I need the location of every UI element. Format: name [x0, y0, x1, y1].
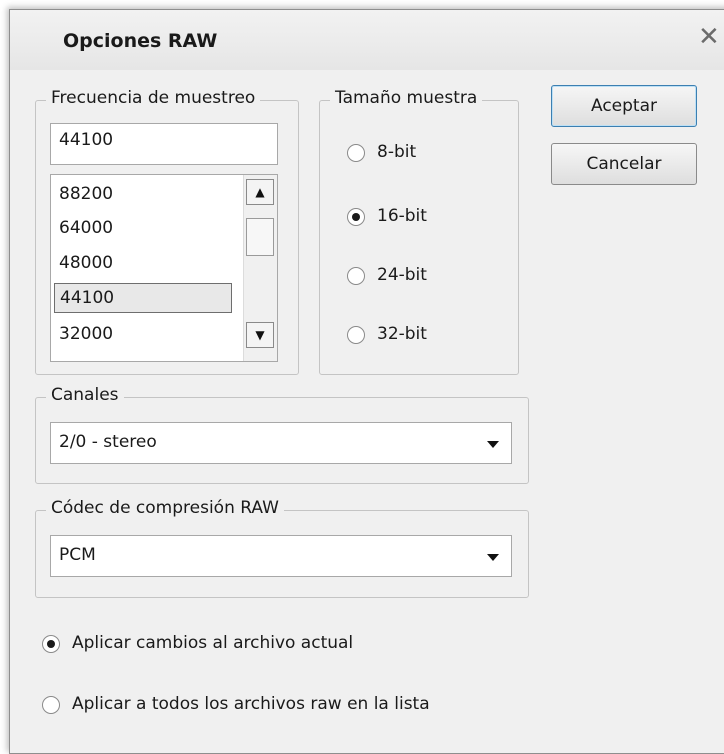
sample-rate-input[interactable]: 44100 [50, 123, 278, 165]
radio-label: 8-bit [377, 142, 417, 162]
title-bar: Opciones RAW ✕ [10, 10, 724, 70]
ok-button[interactable]: Aceptar [551, 85, 697, 127]
list-item[interactable]: 32000 [54, 320, 232, 350]
codec-legend: Códec de compresión RAW [46, 498, 284, 518]
codec-group: Códec de compresión RAW PCM [35, 498, 529, 598]
channels-group: Canales 2/0 - stereo [35, 385, 529, 484]
channels-legend: Canales [46, 385, 124, 405]
radio-button[interactable] [347, 267, 365, 285]
radio-label: 32-bit [377, 324, 427, 344]
list-item[interactable]: 64000 [54, 214, 232, 244]
sample-rate-legend: Frecuencia de muestreo [46, 88, 261, 108]
radio-label: 16-bit [377, 206, 427, 226]
channels-value: 2/0 - stereo [59, 432, 157, 452]
list-item[interactable]: 88200 [54, 180, 232, 210]
list-item[interactable]: 48000 [54, 249, 232, 279]
radio-button-checked[interactable] [42, 635, 60, 653]
radio-button-checked[interactable] [347, 208, 365, 226]
chevron-down-icon[interactable] [487, 554, 499, 561]
codec-dropdown[interactable]: PCM [50, 535, 512, 577]
list-item-selected[interactable]: 44100 [54, 283, 232, 313]
scrollbar-thumb[interactable] [246, 218, 274, 256]
scroll-down-icon[interactable]: ▼ [246, 322, 274, 348]
radio-label: Aplicar a todos los archivos raw en la l… [72, 694, 430, 714]
radio-button[interactable] [347, 144, 365, 162]
sample-size-group: Tamaño muestra 8-bit 16-bit 24-bit 32-bi… [319, 88, 519, 375]
radio-button[interactable] [42, 696, 60, 714]
sample-size-legend: Tamaño muestra [330, 88, 483, 108]
cancel-button[interactable]: Cancelar [551, 143, 697, 185]
radio-label: Aplicar cambios al archivo actual [72, 633, 354, 653]
listbox-scrollbar[interactable]: ▲ ▼ [243, 175, 277, 361]
scroll-up-icon[interactable]: ▲ [246, 179, 274, 205]
radio-button[interactable] [347, 326, 365, 344]
radio-label: 24-bit [377, 265, 427, 285]
codec-value: PCM [59, 545, 96, 565]
sample-rate-group: Frecuencia de muestreo 44100 88200 64000… [35, 88, 299, 375]
raw-options-dialog: Opciones RAW ✕ Frecuencia de muestreo 44… [9, 9, 724, 754]
close-icon[interactable]: ✕ [698, 24, 720, 50]
channels-dropdown[interactable]: 2/0 - stereo [50, 422, 512, 464]
sample-rate-listbox[interactable]: 88200 64000 48000 44100 32000 ▲ ▼ [50, 174, 278, 362]
chevron-down-icon[interactable] [487, 441, 499, 448]
dialog-title: Opciones RAW [63, 30, 218, 52]
